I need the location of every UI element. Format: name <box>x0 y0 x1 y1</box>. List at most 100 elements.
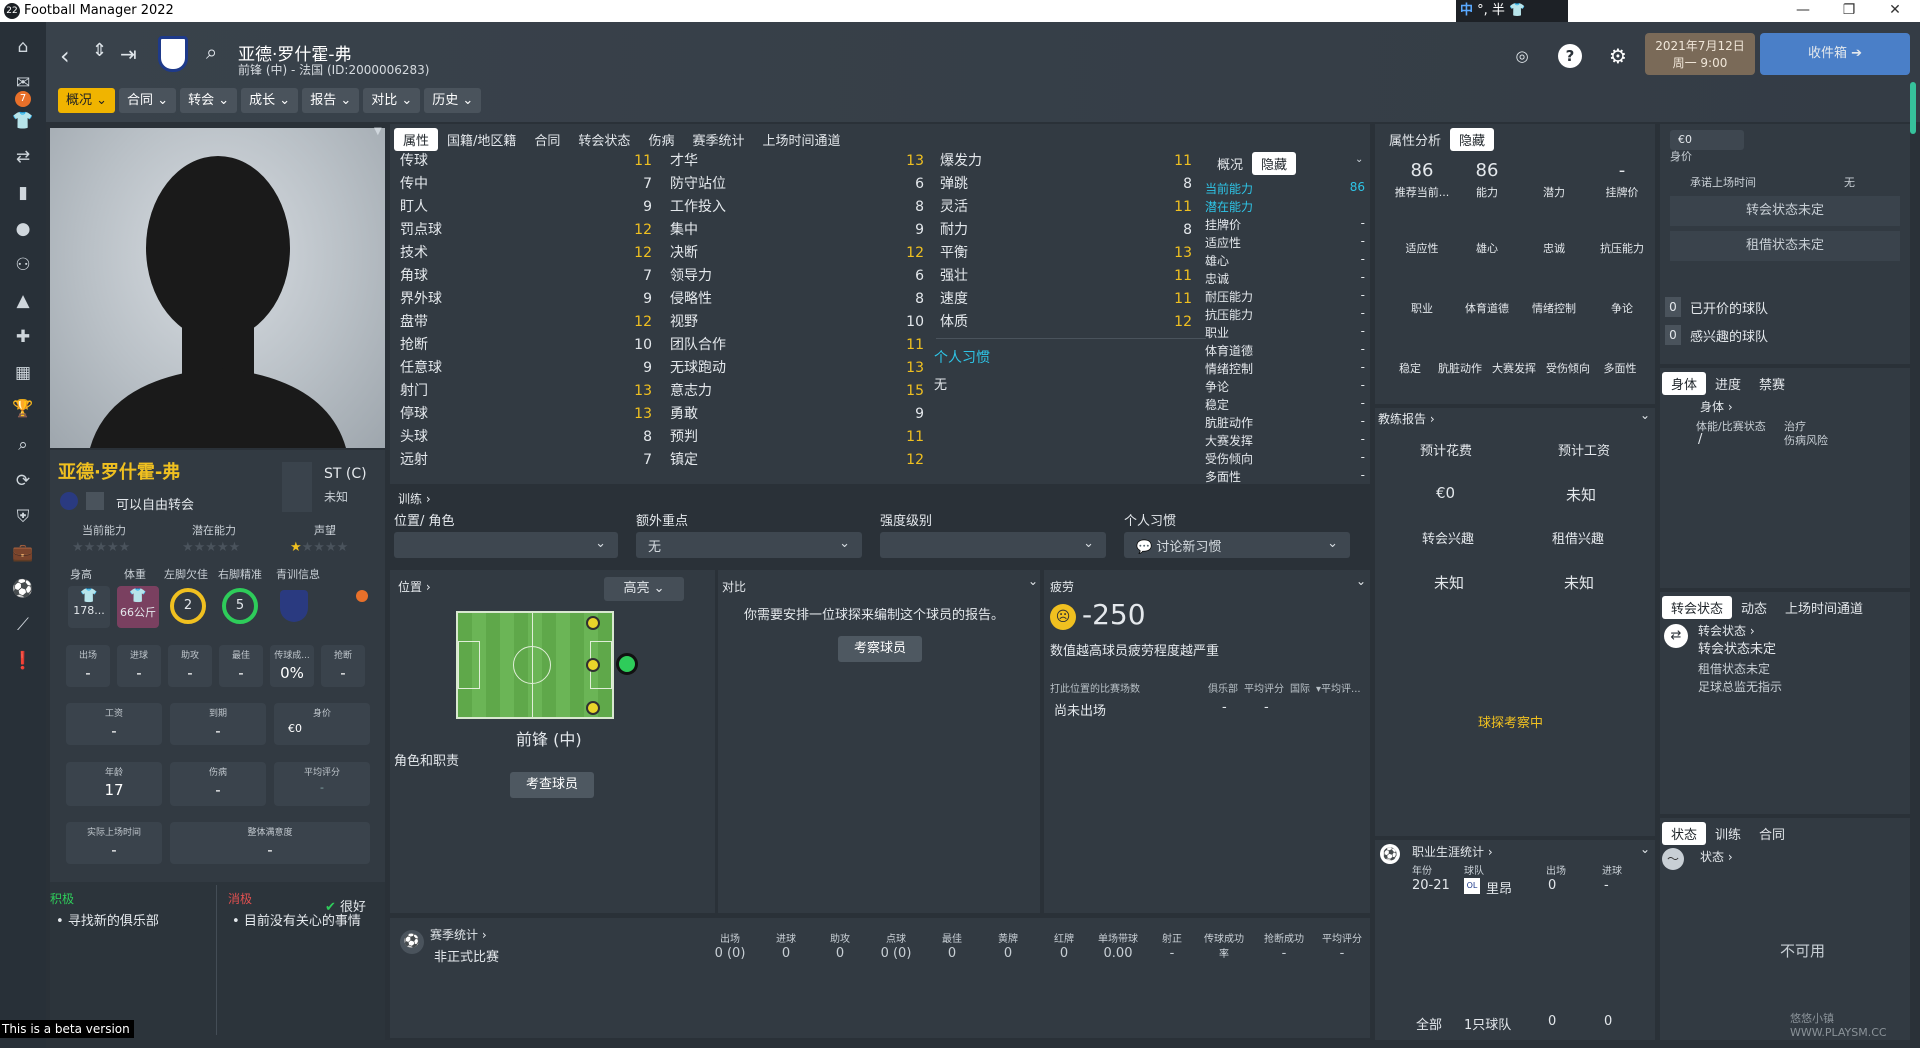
tab-season-stats[interactable]: 赛季统计 <box>683 128 753 151</box>
people-icon[interactable]: ⚇ <box>9 252 37 278</box>
ime-indicator[interactable]: 中 °, 半 👕 <box>1456 0 1568 22</box>
scouting-icon[interactable]: ⌕ <box>9 432 37 458</box>
interested-clubs[interactable]: 感兴趣的球队 <box>1690 326 1768 345</box>
home-icon[interactable]: ⌂ <box>9 34 37 60</box>
medical-icon[interactable]: ✚ <box>9 324 37 350</box>
tab-transfer-status[interactable]: 转会状态 <box>1662 596 1733 619</box>
tab-playtime[interactable]: 上场时间通道 <box>753 128 849 151</box>
offered-clubs[interactable]: 已开价的球队 <box>1690 298 1768 317</box>
coach-report-title[interactable]: 教练报告 › <box>1378 410 1435 427</box>
club-icon[interactable]: ⛨ <box>9 504 37 530</box>
tab-form-contract[interactable]: 合同 <box>1750 822 1794 845</box>
attribute-row: 技术 12 <box>400 242 658 265</box>
role-select[interactable]: ⌄ <box>394 532 618 558</box>
dropdown-icon[interactable]: ⌄ <box>1028 574 1038 588</box>
alert-icon[interactable]: ❗ <box>9 648 37 674</box>
stats-icon[interactable]: ⟋ <box>9 612 37 638</box>
career-title[interactable]: 职业生涯统计 › <box>1412 843 1493 860</box>
menu-history[interactable]: 历史 ⌄ <box>424 88 482 113</box>
menu-overview[interactable]: 概况 ⌄ <box>58 88 116 113</box>
finances-icon[interactable]: 💼 <box>9 540 37 566</box>
highlight-select[interactable]: 高亮 ⌄ <box>604 577 684 601</box>
schedule-icon[interactable]: ▦ <box>9 360 37 386</box>
dropdown-icon[interactable]: ⌄ <box>1640 408 1650 422</box>
tab-form[interactable]: 状态 <box>1662 822 1707 845</box>
form-link[interactable]: 状态 › <box>1700 848 1733 865</box>
attribute-value: 6 <box>915 268 924 284</box>
menu-reports[interactable]: 报告 ⌄ <box>302 88 360 113</box>
value-input[interactable]: €0 <box>1670 130 1744 150</box>
tab-injuries[interactable]: 伤病 <box>639 128 683 151</box>
restore-button[interactable]: ❐ <box>1834 2 1864 18</box>
habits-select[interactable]: 💬 讨论新习惯 ⌄ <box>1124 532 1350 558</box>
scrollbar[interactable] <box>1910 82 1916 134</box>
tab-overview[interactable]: 概况 <box>1208 152 1252 175</box>
transfers-icon[interactable]: ⟳ <box>9 468 37 494</box>
tab-dynamics[interactable]: 动态 <box>1732 596 1776 619</box>
scout-player-button[interactable]: 考察球员 <box>838 636 922 662</box>
attribute-value: 10 <box>634 337 652 353</box>
attribute-value: 11 <box>634 153 652 169</box>
attribute-row: 团队合作 11 <box>670 334 930 357</box>
squad-icon[interactable]: 👕 <box>9 108 37 134</box>
game-date[interactable]: 2021年7月12日 周一 9:00 <box>1645 33 1755 75</box>
dynamics-icon[interactable]: ⇄ <box>9 144 37 170</box>
collapse-icon[interactable]: ▼ <box>374 126 382 137</box>
tab-body[interactable]: 身体 <box>1662 372 1707 395</box>
training-habits-label: 个人习惯 <box>1124 514 1177 529</box>
tab-bans[interactable]: 禁赛 <box>1750 372 1794 395</box>
back-icon[interactable]: ‹ <box>60 42 70 70</box>
menu-development[interactable]: 成长 ⌄ <box>241 88 299 113</box>
dropdown-icon[interactable]: ⌄ <box>1640 842 1650 856</box>
search-icon[interactable]: ⌕ <box>206 40 217 64</box>
transfer-line: 转会状态未定 <box>1698 642 1777 657</box>
training-title[interactable]: 训练 › <box>398 490 431 507</box>
trophy-icon[interactable]: 🏆 <box>9 396 37 422</box>
inbox-button[interactable]: 收件箱 ➔ <box>1760 33 1910 75</box>
tactics-icon[interactable]: ● <box>9 216 37 242</box>
season-header: 红牌 <box>1054 934 1074 945</box>
tab-hidden[interactable]: 隐藏 <box>1252 152 1297 175</box>
analysis-value: 86 <box>1475 160 1499 181</box>
world-icon[interactable]: ◎ <box>1510 44 1534 68</box>
tab-progress[interactable]: 进度 <box>1706 372 1750 395</box>
season-stats-title[interactable]: 赛季统计 › <box>430 926 487 943</box>
analysis-label: 受伤倾向 <box>1546 362 1590 375</box>
tab-training[interactable]: 训练 <box>1706 822 1750 845</box>
technical-attributes: 传球 11 传中 7 盯人 9 罚点球 12 技术 12 角球 7 界外球 9 盘带 12 抢断 10 任意球 9 射门… <box>400 150 658 472</box>
tab-nationality[interactable]: 国籍/地区籍 <box>438 128 525 151</box>
training-icon[interactable]: ▲ <box>9 288 37 314</box>
intensity-select[interactable]: ⌄ <box>880 532 1106 558</box>
dropdown-icon[interactable]: ⌄ <box>1356 574 1366 588</box>
fatigue-header-club: 俱乐部 <box>1208 684 1238 695</box>
minimize-button[interactable]: — <box>1788 2 1818 18</box>
career-team[interactable]: 里昂 <box>1486 878 1512 897</box>
menu-contract[interactable]: 合同 ⌄ <box>119 88 177 113</box>
tab-transfer-status[interactable]: 转会状态 <box>569 128 639 151</box>
tab-attributes[interactable]: 属性 <box>394 128 439 151</box>
menu-transfer[interactable]: 转会 ⌄ <box>180 88 238 113</box>
attribute-row: 角球 7 <box>400 265 658 288</box>
attribute-row: 体质 12 <box>940 311 1198 334</box>
tab-playing-time[interactable]: 上场时间通道 <box>1776 596 1872 619</box>
help-icon[interactable]: ? <box>1558 44 1582 68</box>
season-header: 抢断成功 <box>1264 934 1304 945</box>
tab-analysis-hidden[interactable]: 隐藏 <box>1450 128 1495 151</box>
menu-compare[interactable]: 对比 ⌄ <box>363 88 421 113</box>
staff-icon[interactable]: ▮ <box>9 180 37 206</box>
tab-contract[interactable]: 合同 <box>525 128 569 151</box>
position-title[interactable]: 位置 › <box>398 578 431 595</box>
transfer-link[interactable]: 转会状态 › <box>1698 622 1755 639</box>
up-down-icon[interactable]: ⇕ <box>92 40 107 61</box>
settings-gear-icon[interactable]: ⚙ <box>1606 44 1630 68</box>
check-player-button[interactable]: 考查球员 <box>510 772 594 798</box>
close-button[interactable]: ✕ <box>1880 2 1910 18</box>
dev-icon[interactable]: ⚽ <box>9 576 37 602</box>
tab-attribute-analysis[interactable]: 属性分析 <box>1380 128 1450 151</box>
weight-label: 体重 <box>124 568 146 581</box>
left-foot-label: 左脚欠佳 <box>164 568 208 581</box>
next-icon[interactable]: ⇥ <box>120 42 137 66</box>
body-link[interactable]: 身体 › <box>1700 398 1733 415</box>
focus-select[interactable]: 无 ⌄ <box>636 532 862 558</box>
dropdown-icon[interactable]: ⌄ <box>1355 154 1363 165</box>
